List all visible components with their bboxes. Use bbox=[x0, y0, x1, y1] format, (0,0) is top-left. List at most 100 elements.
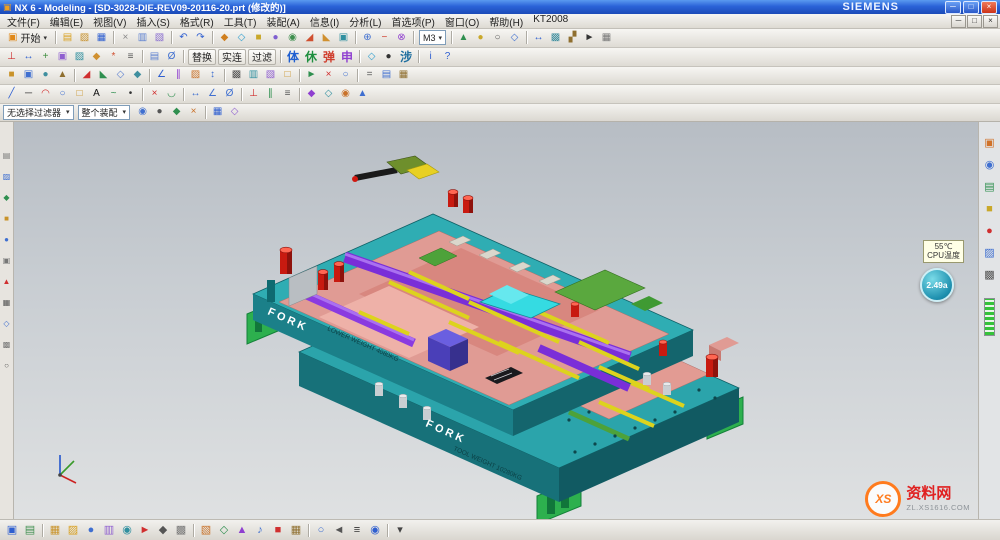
overflow-chevron-icon[interactable]: ▾ bbox=[391, 522, 409, 538]
point-icon[interactable]: ● bbox=[380, 49, 397, 65]
menu-item-13[interactable]: KT2008 bbox=[528, 14, 573, 29]
reference-set-icon[interactable]: ▣ bbox=[54, 49, 71, 65]
cpu-meter-gadget-icon[interactable]: ● bbox=[982, 224, 998, 239]
interference-check-icon[interactable]: ◆ bbox=[88, 49, 105, 65]
xform-icon[interactable]: ↕ bbox=[204, 67, 221, 83]
solid-link-button[interactable]: 实连 bbox=[218, 49, 246, 65]
calculator-icon[interactable]: ▩ bbox=[172, 522, 190, 538]
constraint-navigator-icon[interactable]: ▨ bbox=[1, 171, 13, 183]
edge-blend-icon[interactable]: ◢ bbox=[301, 30, 318, 46]
rectangle-icon[interactable]: □ bbox=[71, 86, 88, 102]
sketch-icon[interactable]: ◆ bbox=[216, 30, 233, 46]
parallel-constraint-icon[interactable]: ∥ bbox=[262, 86, 279, 102]
apply-tool-button[interactable]: 申 bbox=[339, 50, 355, 64]
spring-tool-button[interactable]: 弹 bbox=[321, 50, 337, 64]
offset-surface-icon[interactable]: ◇ bbox=[112, 67, 129, 83]
studio-spline-icon[interactable]: ~ bbox=[105, 86, 122, 102]
menu-item-9[interactable]: 分析(L) bbox=[344, 14, 386, 29]
mdi-minimize-button[interactable]: ─ bbox=[951, 15, 966, 28]
rapid-dimension-icon[interactable]: ↔ bbox=[187, 86, 204, 102]
calendar-gadget-icon[interactable]: ▤ bbox=[982, 180, 998, 195]
wireframe-view-icon[interactable]: ○ bbox=[489, 30, 506, 46]
start-button[interactable]: ▣ 开始 ▾ bbox=[3, 30, 52, 46]
process-studio-icon[interactable]: ◇ bbox=[1, 318, 13, 330]
info-icon[interactable]: i bbox=[422, 49, 439, 65]
intersection-curve-icon[interactable]: ◇ bbox=[320, 86, 337, 102]
clamp-arm[interactable] bbox=[352, 156, 439, 182]
bounding-body-icon[interactable]: □ bbox=[279, 67, 296, 83]
datum-csys-icon[interactable]: ◇ bbox=[363, 49, 380, 65]
thicken-icon[interactable]: ◆ bbox=[129, 67, 146, 83]
weather-gadget-icon[interactable]: ▨ bbox=[982, 246, 998, 261]
video-app-icon[interactable]: ■ bbox=[269, 522, 287, 538]
expression-icon[interactable]: = bbox=[361, 67, 378, 83]
constraints-icon[interactable]: ≡ bbox=[279, 86, 296, 102]
die-assembly-model[interactable]: FORK LOWER WEIGHT 4080KG FORK TOOL WEIGH… bbox=[239, 152, 774, 519]
viewer-icon[interactable]: ● bbox=[82, 522, 100, 538]
intersection-snap-icon[interactable]: × bbox=[185, 104, 202, 120]
image-app-icon[interactable]: ▲ bbox=[233, 522, 251, 538]
instance-array-icon[interactable]: ▩ bbox=[228, 67, 245, 83]
assembly-sequence-icon[interactable]: ≡ bbox=[122, 49, 139, 65]
help-icon[interactable]: ? bbox=[439, 49, 456, 65]
volume-icon[interactable]: ◄ bbox=[330, 522, 348, 538]
paste-icon[interactable]: ▧ bbox=[151, 30, 168, 46]
snap-point-icon[interactable]: ▦ bbox=[598, 30, 615, 46]
selection-cursor-icon[interactable]: ► bbox=[581, 30, 598, 46]
menu-item-12[interactable]: 帮助(H) bbox=[484, 14, 528, 29]
trim-body-icon[interactable]: ◢ bbox=[78, 67, 95, 83]
work-layer-cube-icon[interactable]: ▦ bbox=[209, 104, 226, 120]
cut-icon[interactable]: × bbox=[117, 30, 134, 46]
assembly-constraints-icon[interactable]: ⊥ bbox=[3, 49, 20, 65]
roles-icon[interactable]: ○ bbox=[1, 360, 13, 372]
delete-face-icon[interactable]: × bbox=[320, 67, 337, 83]
input-language-icon[interactable]: ≡ bbox=[348, 522, 366, 538]
part-navigator-icon[interactable]: ▤ bbox=[378, 67, 395, 83]
unite-icon[interactable]: ⊕ bbox=[359, 30, 376, 46]
wizards-icon[interactable]: ▩ bbox=[1, 339, 13, 351]
promote-body-icon[interactable]: ▥ bbox=[245, 67, 262, 83]
menu-item-8[interactable]: 信息(I) bbox=[305, 14, 344, 29]
mdi-restore-button[interactable]: □ bbox=[967, 15, 982, 28]
sketch-fillet-icon[interactable]: ◡ bbox=[163, 86, 180, 102]
line-icon[interactable]: ─ bbox=[20, 86, 37, 102]
fit-view-icon[interactable]: ◇ bbox=[506, 30, 523, 46]
sew-icon[interactable]: ∥ bbox=[170, 67, 187, 83]
selection-scope-combo[interactable]: 整个装配 ▾ bbox=[78, 105, 131, 120]
shell-icon[interactable]: ▣ bbox=[335, 30, 352, 46]
move-face-icon[interactable]: ► bbox=[303, 67, 320, 83]
mdi-close-button[interactable]: × bbox=[983, 15, 998, 28]
mid-point-snap-icon[interactable]: ◆ bbox=[168, 104, 185, 120]
folder-icon[interactable]: ▨ bbox=[64, 522, 82, 538]
pattern-curve-icon[interactable]: ▲ bbox=[354, 86, 371, 102]
revolve-icon[interactable]: ● bbox=[267, 30, 284, 46]
explode-assembly-icon[interactable]: * bbox=[105, 49, 122, 65]
show-desktop-icon[interactable]: ▤ bbox=[21, 522, 39, 538]
text-icon[interactable]: A bbox=[88, 86, 105, 102]
arc-icon[interactable]: ◠ bbox=[37, 86, 54, 102]
cone-icon[interactable]: ▲ bbox=[54, 67, 71, 83]
extract-body-icon[interactable]: ▧ bbox=[262, 67, 279, 83]
hole-icon[interactable]: ◉ bbox=[284, 30, 301, 46]
clock-gadget-icon[interactable]: ◉ bbox=[982, 158, 998, 173]
offset-curve-icon[interactable]: ◉ bbox=[337, 86, 354, 102]
report-icon[interactable]: ▤ bbox=[146, 49, 163, 65]
block-icon[interactable]: ▣ bbox=[20, 67, 37, 83]
orient-view-icon[interactable]: ▲ bbox=[455, 30, 472, 46]
chat-app-icon[interactable]: ◇ bbox=[215, 522, 233, 538]
project-curve-icon[interactable]: ◆ bbox=[303, 86, 320, 102]
mirror-feature-icon[interactable]: ▞ bbox=[564, 30, 581, 46]
minimize-button[interactable]: ─ bbox=[945, 1, 961, 14]
sketch-point-icon[interactable]: • bbox=[122, 86, 139, 102]
archive-app-icon[interactable]: ▦ bbox=[287, 522, 305, 538]
draft-icon[interactable]: ∠ bbox=[153, 67, 170, 83]
extrude-icon[interactable]: ■ bbox=[250, 30, 267, 46]
subtract-icon[interactable]: − bbox=[376, 30, 393, 46]
menu-item-5[interactable]: 格式(R) bbox=[175, 14, 219, 29]
menu-item-1[interactable]: 文件(F) bbox=[2, 14, 45, 29]
media-icon[interactable]: ► bbox=[136, 522, 154, 538]
mail-icon[interactable]: ▥ bbox=[100, 522, 118, 538]
profile-icon[interactable]: ╱ bbox=[3, 86, 20, 102]
add-component-icon[interactable]: + bbox=[37, 49, 54, 65]
move-component-icon[interactable]: ↔ bbox=[20, 49, 37, 65]
